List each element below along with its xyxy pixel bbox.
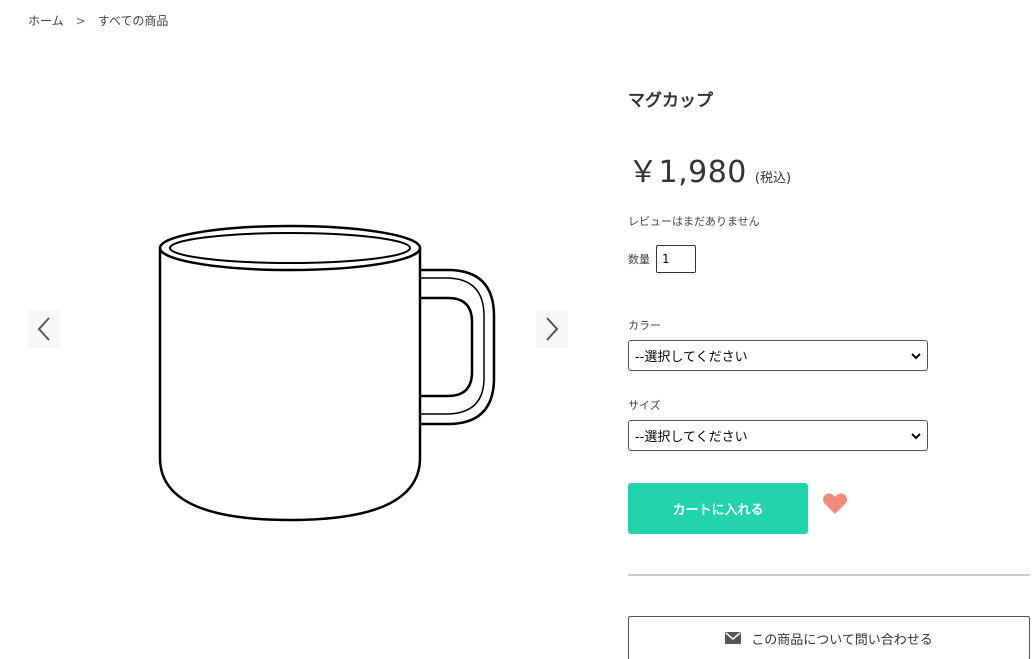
product-title: マグカップ [628, 91, 713, 111]
review-status: レビューはまだありません [628, 215, 760, 228]
contact-product-button[interactable]: この商品について問い合わせる [628, 616, 1030, 659]
breadcrumb-all-products-link[interactable]: すべての商品 [98, 12, 169, 29]
quantity-input[interactable] [656, 245, 696, 273]
add-to-cart-button[interactable]: カートに入れる [628, 483, 808, 534]
color-label: カラー [628, 319, 661, 332]
color-option: カラー --選択してください [628, 317, 1030, 371]
product-image[interactable] [148, 218, 498, 528]
product-info: マグカップ ￥1,980 (税込) レビューはまだありません 数量 カラー --… [628, 86, 1030, 659]
mail-icon [725, 632, 742, 644]
heart-icon[interactable] [822, 492, 848, 516]
product-gallery [28, 200, 568, 540]
breadcrumb-home-link[interactable]: ホーム [28, 12, 64, 29]
size-option: サイズ --選択してください [628, 397, 1030, 451]
chevron-down-icon [911, 353, 921, 360]
color-select[interactable]: --選択してください [628, 340, 928, 371]
contact-button-label: この商品について問い合わせる [751, 632, 933, 648]
chevron-left-icon [37, 317, 50, 341]
size-select[interactable]: --選択してください [628, 420, 928, 451]
quantity-row: 数量 [628, 245, 1030, 273]
cart-row: カートに入れる [628, 483, 1030, 534]
breadcrumb-separator: > [75, 13, 86, 28]
gallery-prev-button[interactable] [28, 310, 60, 348]
gallery-next-button[interactable] [536, 310, 568, 348]
size-select-value: --選択してください [635, 430, 748, 445]
chevron-right-icon [546, 317, 559, 341]
quantity-label: 数量 [628, 253, 650, 266]
chevron-down-icon [911, 433, 921, 440]
tax-note: (税込) [754, 171, 792, 186]
color-select-value: --選択してください [635, 350, 748, 365]
price-row: ￥1,980 (税込) [628, 147, 1030, 191]
product-price: ￥1,980 [628, 155, 747, 190]
size-label: サイズ [628, 399, 661, 412]
divider [628, 574, 1030, 576]
breadcrumb: ホーム > すべての商品 [28, 12, 168, 29]
